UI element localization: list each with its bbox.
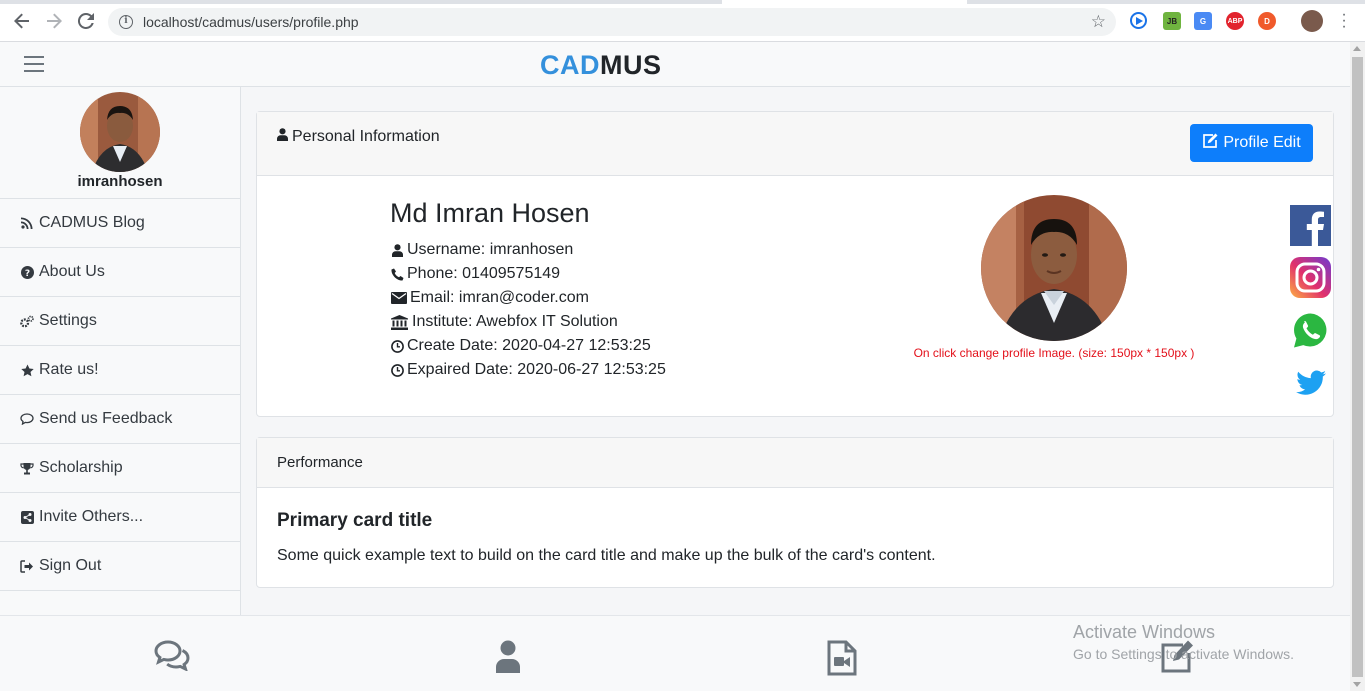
menu-kebab-icon[interactable]: · · · — [1340, 7, 1348, 35]
forward-arrow-icon[interactable] — [44, 11, 64, 31]
app-header: CADMUS — [0, 42, 1350, 87]
sidebar-item-about[interactable]: ? About Us — [0, 247, 240, 296]
rss-icon — [20, 216, 34, 230]
back-arrow-icon[interactable] — [12, 11, 32, 31]
comments-icon[interactable] — [154, 639, 190, 675]
sidebar-item-rate[interactable]: Rate us! — [0, 345, 240, 394]
sign-out-icon — [20, 559, 34, 573]
active-tab[interactable] — [722, 0, 967, 4]
sidebar-item-blog[interactable]: CADMUS Blog — [0, 198, 240, 247]
sidebar-item-label: Send us Feedback — [39, 410, 173, 427]
scrollbar-thumb[interactable] — [1352, 57, 1363, 677]
expaired-date-line: Expaired Date: 2020-06-27 12:53:25 — [390, 358, 666, 382]
tab-strip — [0, 0, 1365, 4]
sidebar: imranhosen CADMUS Blog ? About Us Settin… — [0, 87, 241, 615]
sidebar-item-label: Invite Others... — [39, 508, 144, 525]
video-file-icon[interactable] — [825, 639, 861, 676]
personal-information-card: Personal Information Profile Edit Md Imr… — [256, 111, 1334, 417]
institute-line: Institute: Awebfox IT Solution — [390, 310, 666, 334]
hamburger-menu-icon[interactable] — [24, 56, 44, 72]
bookmark-star-icon[interactable]: ☆ — [1091, 12, 1106, 32]
share-square-icon — [20, 510, 34, 524]
clock-icon — [390, 339, 404, 353]
sidebar-item-label: CADMUS Blog — [39, 214, 145, 231]
info-icon[interactable]: i — [119, 15, 133, 29]
twitter-icon[interactable] — [1290, 362, 1331, 403]
card-header: Performance — [257, 438, 1333, 488]
user-icon — [390, 243, 404, 257]
edit-icon — [1202, 133, 1218, 153]
card-title: Primary card title — [277, 510, 433, 531]
profile-edit-button[interactable]: Profile Edit — [1190, 124, 1313, 162]
photo-change-hint: On click change profile Image. (size: 15… — [913, 346, 1195, 360]
question-circle-icon: ? — [20, 265, 34, 279]
svg-text:?: ? — [24, 269, 29, 279]
scroll-down-icon[interactable] — [1353, 682, 1361, 687]
gears-icon — [20, 314, 34, 328]
trophy-icon — [20, 461, 34, 475]
json-extension-icon[interactable]: JB — [1163, 12, 1181, 30]
browser-toolbar: i localhost/cadmus/users/profile.php ☆ J… — [0, 0, 1365, 42]
email-line: Email: imran@coder.com — [390, 286, 666, 310]
reload-icon[interactable] — [76, 11, 96, 31]
sidebar-item-label: Scholarship — [39, 459, 123, 476]
card-header-title: Personal Information — [277, 128, 440, 146]
sidebar-avatar[interactable] — [80, 92, 160, 172]
profile-details: Username: imranhosen Phone: 01409575149 … — [390, 238, 666, 382]
sidebar-menu: CADMUS Blog ? About Us Settings Rate us!… — [0, 198, 240, 591]
create-date-line: Create Date: 2020-04-27 12:53:25 — [390, 334, 666, 358]
sidebar-item-signout[interactable]: Sign Out — [0, 541, 240, 591]
comment-icon — [20, 412, 34, 426]
profile-avatar-icon[interactable] — [1301, 10, 1323, 32]
brand-logo[interactable]: CADMUS — [540, 50, 662, 81]
sidebar-item-feedback[interactable]: Send us Feedback — [0, 394, 240, 443]
profile-photo[interactable] — [981, 195, 1127, 341]
sidebar-item-invite[interactable]: Invite Others... — [0, 492, 240, 541]
facebook-icon[interactable] — [1290, 205, 1331, 246]
url-text[interactable]: localhost/cadmus/users/profile.php — [143, 14, 359, 30]
performance-card: Performance Primary card title Some quic… — [256, 437, 1334, 588]
phone-icon — [390, 268, 404, 281]
adblock-extension-icon[interactable]: ABP — [1226, 12, 1244, 30]
sidebar-username: imranhosen — [77, 173, 163, 190]
sidebar-item-label: Rate us! — [39, 361, 99, 378]
page-scrollbar[interactable] — [1350, 42, 1365, 691]
windows-activation-watermark: Activate Windows Go to Settings to activ… — [1073, 622, 1294, 662]
scroll-up-icon[interactable] — [1353, 46, 1361, 51]
card-header-title: Performance — [277, 454, 363, 471]
whatsapp-icon[interactable] — [1290, 310, 1331, 351]
sidebar-item-label: Sign Out — [39, 557, 102, 574]
user-profile-icon[interactable] — [490, 639, 526, 675]
username-line: Username: imranhosen — [390, 238, 666, 262]
instagram-icon[interactable] — [1290, 257, 1331, 298]
translate-extension-icon[interactable]: G — [1194, 12, 1212, 30]
address-bar[interactable]: i localhost/cadmus/users/profile.php ☆ — [108, 8, 1116, 36]
card-text: Some quick example text to build on the … — [277, 547, 936, 564]
clock-icon — [390, 363, 404, 377]
duckduckgo-extension-icon[interactable]: D — [1258, 12, 1276, 30]
user-icon — [277, 128, 288, 146]
profile-fullname: Md Imran Hosen — [390, 198, 590, 228]
sidebar-item-label: Settings — [39, 312, 97, 329]
play-extension-icon[interactable] — [1130, 12, 1147, 29]
sidebar-item-settings[interactable]: Settings — [0, 296, 240, 345]
phone-line: Phone: 01409575149 — [390, 262, 666, 286]
sidebar-item-scholarship[interactable]: Scholarship — [0, 443, 240, 492]
sidebar-item-label: About Us — [39, 263, 105, 280]
card-header: Personal Information Profile Edit — [257, 112, 1333, 176]
envelope-icon — [390, 292, 407, 304]
star-icon — [20, 363, 34, 377]
institution-icon — [390, 314, 408, 330]
